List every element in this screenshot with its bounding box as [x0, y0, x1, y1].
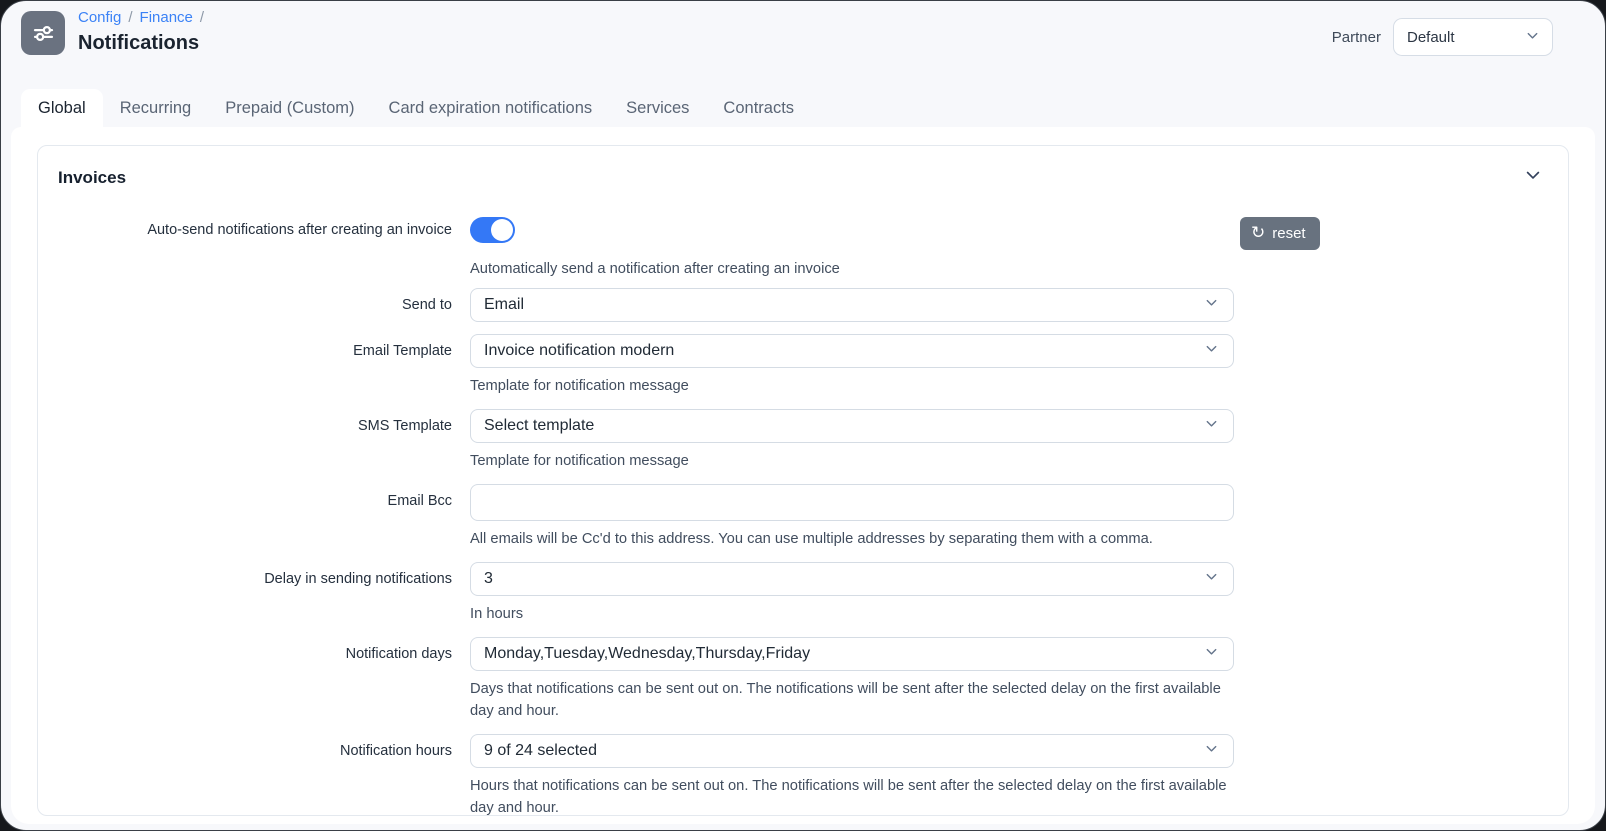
field-label: Notification hours — [339, 743, 452, 759]
field-help-text: Template for notification message — [470, 453, 689, 469]
tab-global[interactable]: Global — [21, 89, 103, 127]
tab-card-expiration-notifications[interactable]: Card expiration notifications — [372, 89, 610, 127]
field-row-delay: Delay in sending notifications 3 In hour… — [58, 562, 1544, 625]
sliders-icon — [21, 11, 65, 55]
app-window: Config / Finance / Notifications Partner… — [0, 0, 1606, 831]
toggle-knob — [491, 219, 513, 241]
select-value: 3 — [484, 570, 493, 587]
select-value: Select template — [484, 417, 595, 434]
chevron-down-icon — [1204, 569, 1219, 589]
field-help-text: Hours that notifications can be sent out… — [470, 778, 1227, 816]
auto-send-toggle[interactable] — [470, 217, 515, 243]
chevron-down-icon — [1204, 644, 1219, 664]
select-value: Invoice notification modern — [484, 342, 675, 359]
chevron-down-icon — [1204, 741, 1219, 761]
field-row-notification-days: Notification days Monday,Tuesday,Wednesd… — [58, 637, 1544, 722]
field-control: All emails will be Cc'd to this address.… — [470, 484, 1234, 550]
select-value: Monday,Tuesday,Wednesday,Thursday,Friday — [484, 645, 811, 662]
field-control: Select template Template for notificatio… — [470, 409, 1234, 472]
breadcrumb-link-config[interactable]: Config — [78, 9, 121, 26]
email-template-select[interactable]: Invoice notification modern — [470, 334, 1234, 368]
field-label: SMS Template — [357, 418, 452, 434]
send-to-select[interactable]: Email — [470, 288, 1234, 322]
field-label: Send to — [402, 297, 452, 313]
field-label: Email Bcc — [387, 493, 452, 509]
chevron-down-icon — [1204, 295, 1219, 315]
field-help-text: In hours — [470, 606, 524, 622]
invoices-section-card: Invoices Auto-send notifications after c… — [37, 145, 1569, 816]
field-label: Notification days — [345, 646, 452, 662]
field-help-text: Days that notifications can be sent out … — [470, 681, 1221, 719]
field-control: Monday,Tuesday,Wednesday,Thursday,Friday… — [470, 637, 1234, 722]
tab-content-panel: Invoices Auto-send notifications after c… — [11, 127, 1595, 824]
field-control: Email — [470, 288, 1234, 322]
chevron-down-icon — [1525, 28, 1540, 47]
email-bcc-input[interactable] — [470, 484, 1234, 521]
delay-select[interactable]: 3 — [470, 562, 1234, 596]
partner-label: Partner — [1331, 28, 1381, 46]
partner-select-value: Default — [1407, 28, 1455, 46]
breadcrumb: Config / Finance / — [78, 9, 204, 26]
field-help-text: Template for notification message — [470, 378, 689, 394]
partner-select[interactable]: Default — [1393, 18, 1553, 56]
tab-contracts[interactable]: Contracts — [706, 89, 811, 127]
breadcrumb-link-finance[interactable]: Finance — [140, 9, 193, 26]
chevron-down-icon — [1204, 341, 1219, 361]
field-row-notification-hours: Notification hours 9 of 24 selected Hour… — [58, 734, 1544, 819]
invoices-section-header: Invoices — [58, 164, 1544, 191]
field-control: Automatically send a notification after … — [470, 217, 1234, 280]
reset-button[interactable]: ↻ reset — [1240, 217, 1320, 250]
sms-template-select[interactable]: Select template — [470, 409, 1234, 443]
breadcrumb-separator: / — [128, 9, 133, 26]
field-label: Delay in sending notifications — [264, 571, 452, 587]
tab-prepaid-custom[interactable]: Prepaid (Custom) — [208, 89, 371, 127]
field-row-email-template: Email Template Invoice notification mode… — [58, 334, 1544, 397]
breadcrumb-separator: / — [199, 9, 205, 26]
field-label: Auto-send notifications after creating a… — [147, 222, 452, 238]
field-help-text: Automatically send a notification after … — [470, 261, 840, 277]
refresh-icon: ↻ — [1251, 223, 1266, 243]
select-value: Email — [484, 296, 525, 313]
tab-recurring[interactable]: Recurring — [103, 89, 209, 127]
field-help-text: All emails will be Cc'd to this address.… — [470, 531, 1153, 547]
field-control: 9 of 24 selected Hours that notification… — [470, 734, 1234, 819]
chevron-down-icon — [1204, 416, 1219, 436]
field-control: Invoice notification modern Template for… — [470, 334, 1234, 397]
tab-services[interactable]: Services — [609, 89, 706, 127]
section-collapse-button[interactable] — [1522, 164, 1544, 191]
field-row-sms-template: SMS Template Select template Template fo… — [58, 409, 1544, 472]
field-control: 3 In hours — [470, 562, 1234, 625]
field-label: Email Template — [353, 343, 452, 359]
reset-button-label: reset — [1272, 225, 1306, 242]
select-value: 9 of 24 selected — [484, 742, 597, 759]
field-row-auto-send: Auto-send notifications after creating a… — [58, 217, 1544, 280]
notification-days-select[interactable]: Monday,Tuesday,Wednesday,Thursday,Friday — [470, 637, 1234, 671]
field-row-email-bcc: Email Bcc All emails will be Cc'd to thi… — [58, 484, 1544, 550]
tab-bar: Global Recurring Prepaid (Custom) Card e… — [21, 89, 811, 127]
section-title: Invoices — [58, 167, 127, 187]
partner-field: Partner Default — [1332, 18, 1553, 56]
page-title: Notifications — [78, 32, 200, 54]
field-row-send-to: Send to Email — [58, 288, 1544, 322]
notification-hours-select[interactable]: 9 of 24 selected — [470, 734, 1234, 768]
chevron-down-icon — [1524, 166, 1542, 189]
